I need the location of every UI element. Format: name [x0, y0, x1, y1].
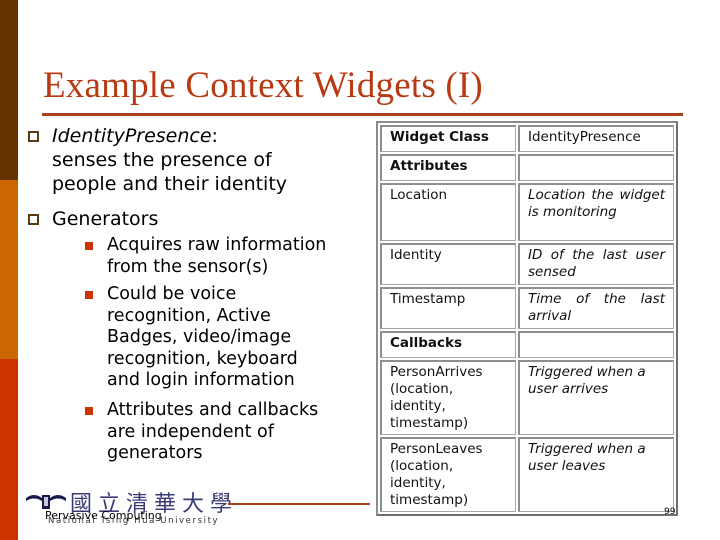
table-cell-label: Attributes	[380, 154, 516, 181]
table-cell-value: Triggered when a user arrives	[517, 360, 674, 435]
table-cell-label: PersonLeaves (location, identity, timest…	[380, 437, 516, 512]
table-row: PersonArrives (location, identity, times…	[380, 360, 674, 435]
table-row: Callbacks	[380, 331, 674, 358]
table-cell-value: Time of the last arrival	[517, 287, 674, 329]
sidebar-segment-middle	[0, 180, 18, 359]
table-row: Attributes	[380, 154, 674, 181]
table-cell-label: Location	[380, 183, 516, 241]
page-number: 99	[664, 507, 676, 517]
sidebar-segment-bottom	[0, 359, 18, 540]
widget-spec-table: Widget Class IdentityPresence Attributes…	[376, 121, 678, 516]
table-cell-label: Callbacks	[380, 331, 516, 358]
filled-square-bullet-icon	[85, 242, 93, 250]
table-row: Timestamp Time of the last arrival	[380, 287, 674, 329]
slide-title: Example Context Widgets (I)	[43, 65, 483, 106]
table-cell-value	[517, 154, 674, 181]
slide-sidebar	[0, 0, 18, 540]
footer-divider	[228, 503, 370, 505]
title-divider	[42, 113, 683, 116]
filled-square-bullet-icon	[85, 291, 93, 299]
table-cell-value: IdentityPresence	[517, 125, 674, 152]
hollow-square-bullet-icon	[28, 131, 39, 142]
table-row: Location Location the widget is monitori…	[380, 183, 674, 241]
table-cell-label: Identity	[380, 243, 516, 285]
table-cell-label: PersonArrives (location, identity, times…	[380, 360, 516, 435]
widget-name: IdentityPresence	[52, 125, 212, 147]
hollow-square-bullet-icon	[28, 214, 39, 225]
table-row: PersonLeaves (location, identity, timest…	[380, 437, 674, 512]
filled-square-bullet-icon	[85, 407, 93, 415]
table-row: Identity ID of the last user sensed	[380, 243, 674, 285]
course-name: Pervasive Computing	[45, 509, 162, 522]
table-cell-label: Timestamp	[380, 287, 516, 329]
sidebar-segment-top	[0, 0, 18, 180]
table-row: Widget Class IdentityPresence	[380, 125, 674, 152]
table-cell-value: Triggered when a user leaves	[517, 437, 674, 512]
table-cell-label: Widget Class	[380, 125, 516, 152]
table-cell-value	[517, 331, 674, 358]
table-cell-value: ID of the last user sensed	[517, 243, 674, 285]
table-cell-value: Location the widget is monitoring	[517, 183, 674, 241]
